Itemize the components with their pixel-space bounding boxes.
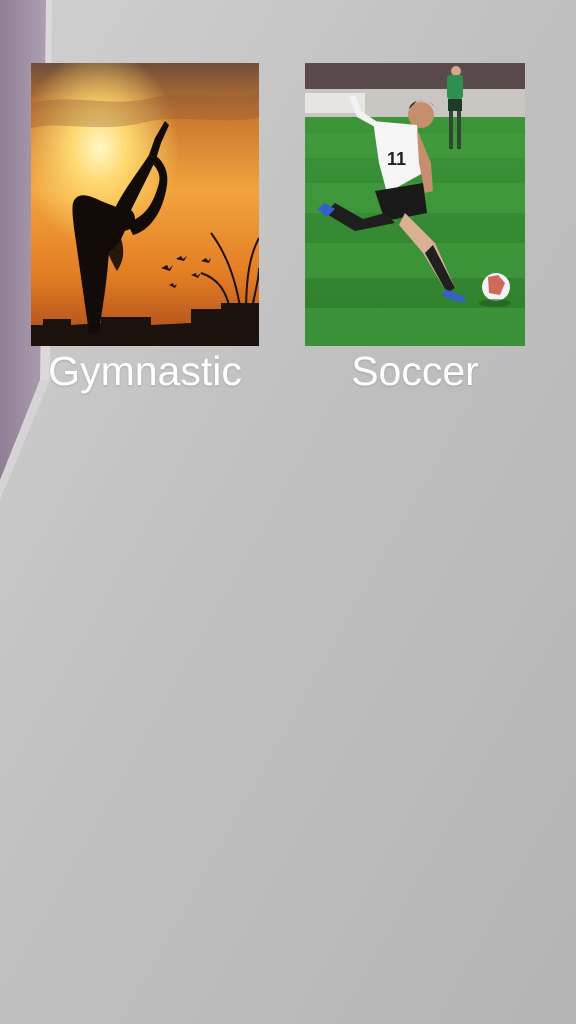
sport-card-gymnastic[interactable]: Gymnastic — [31, 63, 259, 394]
gymnastic-label: Gymnastic — [48, 348, 242, 394]
gymnastic-image[interactable] — [31, 63, 259, 346]
soccer-label: Soccer — [351, 348, 479, 394]
sport-card-soccer[interactable]: 11 Soccer — [305, 63, 525, 394]
soccer-image[interactable]: 11 — [305, 63, 525, 346]
svg-text:11: 11 — [387, 149, 406, 169]
